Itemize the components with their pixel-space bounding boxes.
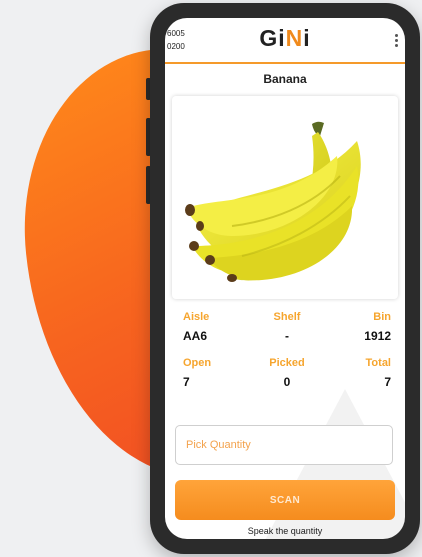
scan-button[interactable]: SCAN <box>175 480 395 520</box>
more-vertical-icon[interactable] <box>395 34 398 47</box>
location-grid: Aisle Shelf Bin AA6 - 1912 Open Picked T… <box>165 308 405 392</box>
product-image-card <box>172 96 398 299</box>
app-logo: GiNi <box>165 25 405 52</box>
open-label: Open <box>183 357 212 369</box>
counts-labels-row: Open Picked Total <box>165 354 405 372</box>
pick-quantity-input[interactable] <box>175 425 393 465</box>
picked-value: 0 <box>283 375 291 389</box>
picked-label: Picked <box>269 357 305 369</box>
location-values-row: AA6 - 1912 <box>165 326 405 346</box>
shelf-label: Shelf <box>273 311 301 323</box>
aisle-label: Aisle <box>183 311 210 323</box>
bin-value: 1912 <box>364 329 391 343</box>
total-label: Total <box>365 357 391 369</box>
shelf-value: - <box>285 329 289 343</box>
logo-prefix: Gi <box>259 25 286 51</box>
speak-quantity-link[interactable]: Speak the quantity <box>165 526 405 536</box>
aisle-value: AA6 <box>183 329 208 343</box>
phone-frame: 6005 0200 GiNi Banana Aisle Shelf Bin AA… <box>150 3 420 554</box>
phone-screen: 6005 0200 GiNi Banana Aisle Shelf Bin AA… <box>165 18 405 539</box>
open-value: 7 <box>183 375 190 389</box>
bin-label: Bin <box>373 311 391 323</box>
logo-accent-letter: N <box>285 25 304 51</box>
counts-values-row: 7 0 7 <box>165 372 405 392</box>
location-labels-row: Aisle Shelf Bin <box>165 308 405 326</box>
header-divider <box>165 62 405 64</box>
logo-suffix: i <box>303 25 311 51</box>
product-title: Banana <box>263 72 307 86</box>
banana-image <box>185 121 361 282</box>
total-value: 7 <box>384 375 391 389</box>
